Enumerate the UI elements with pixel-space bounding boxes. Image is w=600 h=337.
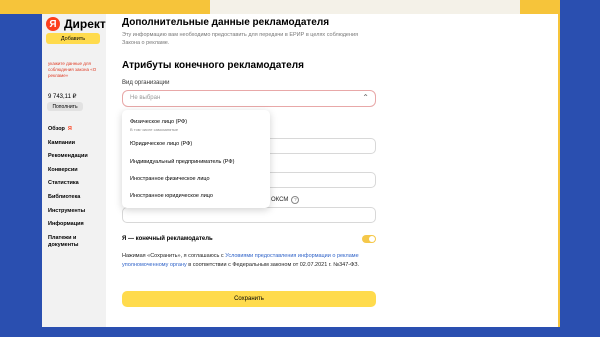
- frame-blue-bottom: [0, 327, 600, 337]
- help-icon[interactable]: ?: [291, 196, 300, 204]
- sidebar-nav: Обзор Я Кампании Рекомендации Конверсии С…: [48, 126, 106, 248]
- frame-blue-right: [560, 0, 600, 337]
- law-warning-link[interactable]: укажите данные для соблюдения закона «О …: [48, 61, 104, 79]
- balance-amount: 9 743,11 ₽: [48, 94, 77, 100]
- legal-notice: Нажимая «Сохранить», я соглашаюсь с Усло…: [122, 252, 378, 269]
- logo[interactable]: Я Директ: [46, 17, 106, 31]
- legal-suffix: в соответствии с Федеральным законом от …: [186, 261, 360, 268]
- dropdown-option-foreign-individual[interactable]: Иностранное физическое лицо: [130, 176, 210, 182]
- main-form: Дополнительные данные рекламодателя Эту …: [106, 14, 558, 327]
- oksm-field[interactable]: [122, 207, 376, 223]
- dropdown-option-individual[interactable]: Физическое лицо (РФ): [130, 119, 187, 125]
- sidebar-item-conversions[interactable]: Конверсии: [48, 167, 106, 181]
- sidebar-item-information[interactable]: Информация: [48, 221, 106, 235]
- page-description: Эту информацию вам необходимо предостави…: [122, 32, 359, 46]
- dropdown-option-legal-entity[interactable]: Юридическое лицо (РФ): [130, 141, 192, 147]
- sidebar-item-payments[interactable]: Платежи и документы: [48, 235, 106, 249]
- sidebar: Я Директ Добавить укажите данные для соб…: [42, 14, 106, 327]
- sidebar-item-library[interactable]: Библиотека: [48, 194, 106, 208]
- app-name: Директ: [64, 17, 106, 31]
- section-title: Атрибуты конечного рекламодателя: [122, 60, 304, 71]
- sidebar-item-label: Обзор: [48, 126, 65, 132]
- dropdown-option-foreign-legal[interactable]: Иностранное юридическое лицо: [130, 193, 213, 199]
- frame-blue-left: [0, 14, 42, 337]
- yandex-logo-icon: Я: [46, 17, 60, 31]
- legal-prefix: Нажимая «Сохранить», я соглашаюсь с: [122, 253, 226, 259]
- frame-yellow-top: [0, 0, 210, 14]
- end-advertiser-label: Я — конечный рекламодатель: [122, 236, 213, 242]
- save-button[interactable]: Сохранить: [122, 291, 376, 307]
- org-type-select[interactable]: Не выбран ⌃: [122, 90, 376, 107]
- end-advertiser-toggle[interactable]: [362, 235, 376, 243]
- page-title: Дополнительные данные рекламодателя: [122, 17, 330, 28]
- yandex-badge-icon: Я: [67, 126, 72, 132]
- topup-button[interactable]: Пополнить: [47, 102, 83, 111]
- dropdown-option-entrepreneur[interactable]: Индивидуальный предприниматель (РФ): [130, 159, 234, 165]
- org-type-dropdown: Физическое лицо (РФ) В том числе самозан…: [122, 110, 270, 208]
- sidebar-item-statistics[interactable]: Статистика: [48, 180, 106, 194]
- sidebar-item-overview[interactable]: Обзор Я: [48, 126, 106, 140]
- add-button[interactable]: Добавить: [46, 33, 100, 44]
- oksm-label: ОКСМ ?: [271, 196, 300, 204]
- toggle-knob: [369, 236, 375, 242]
- dropdown-option-sublabel: В том числе самозанятые: [130, 127, 179, 132]
- sidebar-item-recommendations[interactable]: Рекомендации: [48, 153, 106, 167]
- org-type-label: Вид организации: [122, 80, 170, 86]
- app-window: Я Директ Добавить укажите данные для соб…: [42, 14, 558, 327]
- sidebar-item-tools[interactable]: Инструменты: [48, 208, 106, 222]
- chevron-up-icon: ⌃: [362, 93, 369, 102]
- sidebar-item-campaigns[interactable]: Кампании: [48, 140, 106, 154]
- oksm-label-text: ОКСМ: [271, 197, 289, 203]
- org-type-value: Не выбран: [130, 95, 161, 101]
